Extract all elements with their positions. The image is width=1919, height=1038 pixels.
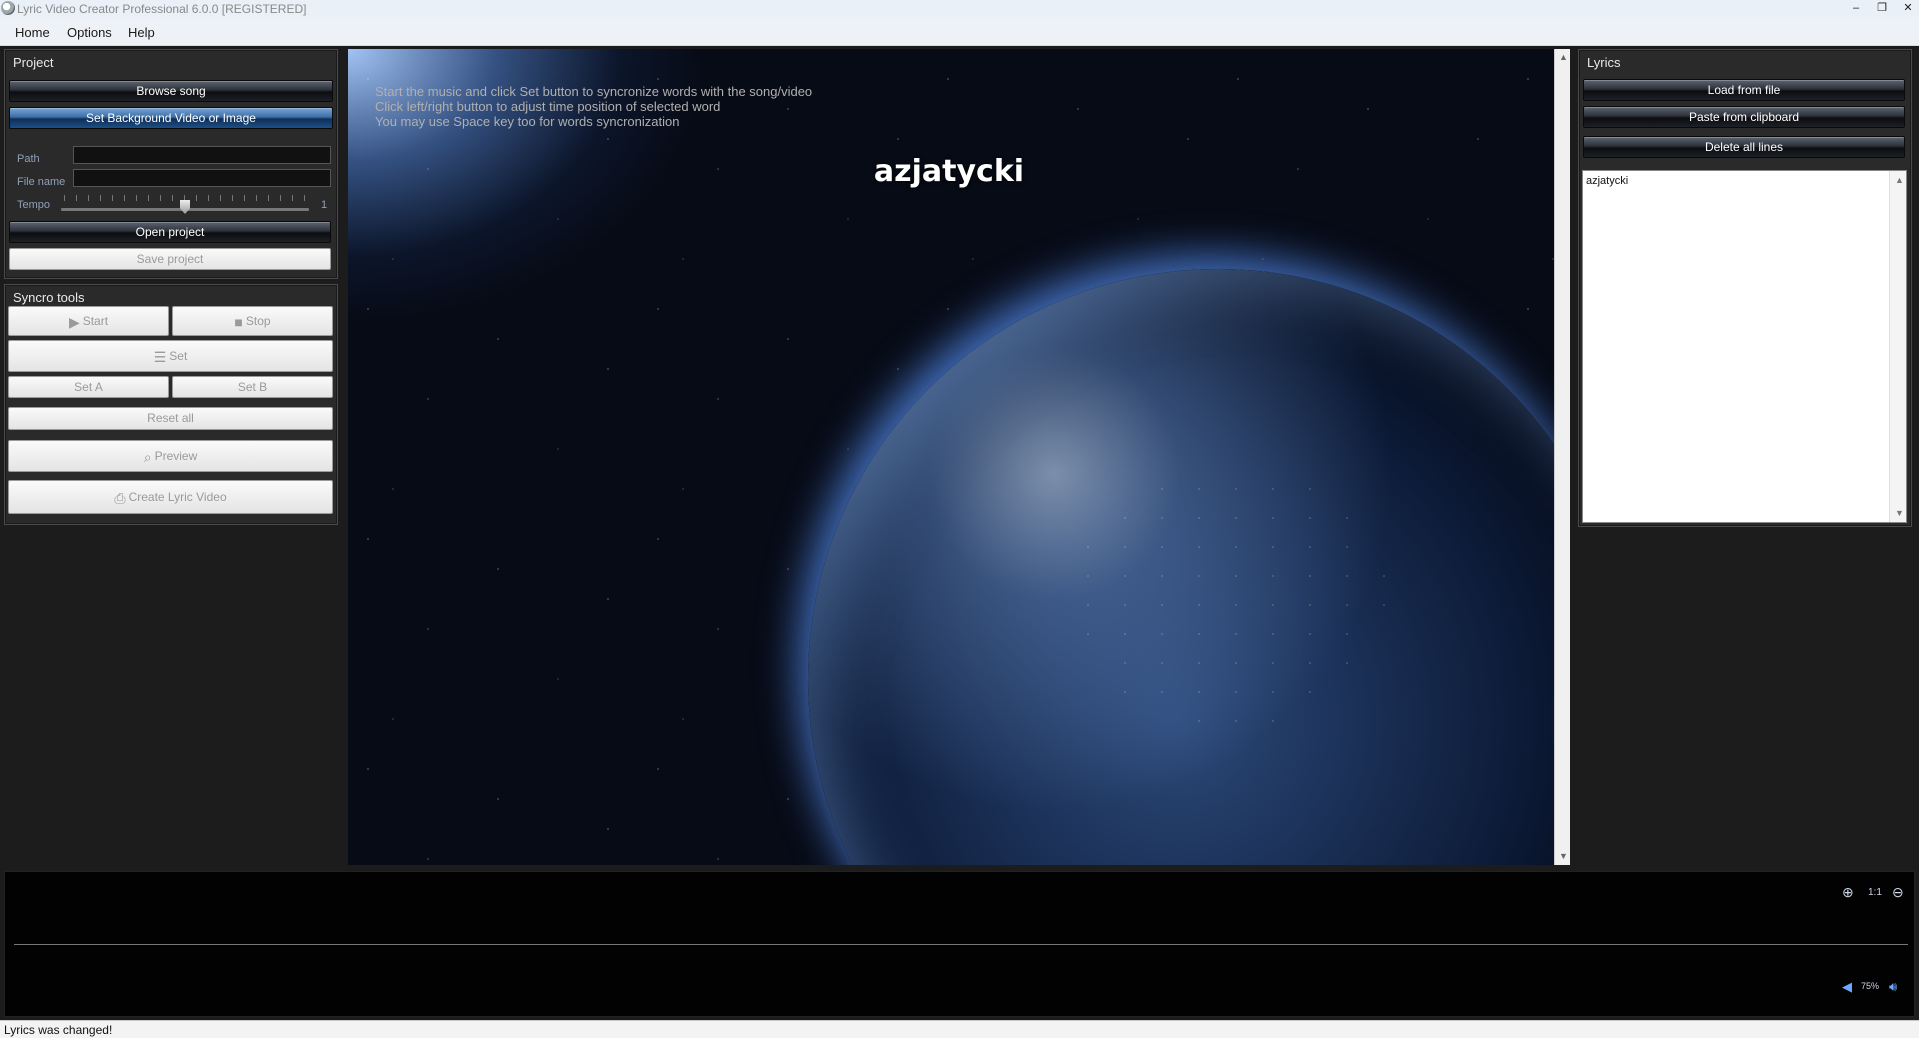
- scroll-down-icon[interactable]: ▼: [1895, 508, 1904, 518]
- stop-button[interactable]: ■ Stop: [172, 306, 333, 336]
- hint-line-2: Click left/right button to adjust time p…: [375, 99, 721, 114]
- current-lyric-text: azjatycki: [873, 154, 1025, 189]
- app-icon: [1, 1, 15, 15]
- stop-label: Stop: [245, 314, 271, 328]
- reset-all-button[interactable]: Reset all: [8, 407, 333, 430]
- title-bar: Lyric Video Creator Professional 6.0.0 […: [0, 0, 1919, 17]
- menu-bar: Home Options Help: [0, 17, 1919, 46]
- tempo-value: 1: [321, 199, 328, 211]
- project-panel-title: Project: [13, 55, 54, 70]
- minimize-button[interactable]: –: [1845, 0, 1867, 17]
- list-icon: ☰: [153, 348, 167, 365]
- set-button[interactable]: ☰ Set: [8, 340, 333, 372]
- file-name-field[interactable]: [73, 169, 331, 187]
- scroll-down-icon[interactable]: ▼: [1559, 851, 1568, 861]
- preview-button[interactable]: ⌕ Preview: [8, 440, 333, 472]
- stop-icon: ■: [234, 313, 243, 330]
- timeline[interactable]: ⊕ 1:1 ⊖ ◀ 75% 🔊︎: [4, 871, 1915, 1017]
- zoom-ratio: 1:1: [1868, 887, 1882, 898]
- tempo-label: Tempo: [17, 199, 51, 211]
- path-field[interactable]: [73, 146, 331, 164]
- zoom-in-icon[interactable]: ⊕: [1842, 884, 1854, 901]
- syncro-panel-title: Syncro tools: [13, 290, 85, 305]
- status-bar: Lyrics was changed!: [0, 1020, 1919, 1038]
- preview-label: Preview: [154, 449, 198, 463]
- menu-home[interactable]: Home: [15, 25, 50, 40]
- file-name-label: File name: [17, 176, 66, 188]
- start-label: Start: [82, 314, 109, 328]
- timeline-track[interactable]: [14, 944, 1908, 945]
- export-icon: ⎙: [114, 489, 126, 506]
- create-video-label: Create Lyric Video: [128, 490, 227, 504]
- play-icon: ▶: [68, 313, 80, 330]
- set-b-button[interactable]: Set B: [172, 376, 333, 398]
- volume-up-icon[interactable]: 🔊︎: [1889, 979, 1897, 995]
- restore-button[interactable]: ❐: [1871, 0, 1893, 17]
- city-lights: [1068, 469, 1388, 729]
- load-from-file-button[interactable]: Load from file: [1583, 79, 1905, 101]
- lyrics-text-area[interactable]: azjatycki ▲ ▼: [1582, 170, 1907, 523]
- set-a-button[interactable]: Set A: [8, 376, 169, 398]
- status-message: Lyrics was changed!: [4, 1023, 113, 1037]
- preview-scrollbar[interactable]: ▲ ▼: [1554, 49, 1570, 865]
- menu-help[interactable]: Help: [128, 25, 155, 40]
- path-label: Path: [17, 153, 40, 165]
- video-preview[interactable]: Start the music and click Set button to …: [348, 49, 1554, 865]
- set-background-button[interactable]: Set Background Video or Image: [9, 107, 333, 129]
- lyrics-scrollbar[interactable]: ▲ ▼: [1889, 171, 1906, 522]
- zoom-out-icon[interactable]: ⊖: [1892, 884, 1904, 901]
- scroll-up-icon[interactable]: ▲: [1895, 175, 1904, 185]
- save-project-button[interactable]: Save project: [9, 248, 331, 270]
- magnifier-icon: ⌕: [143, 448, 152, 465]
- create-lyric-video-button[interactable]: ⎙ Create Lyric Video: [8, 480, 333, 514]
- menu-options[interactable]: Options: [67, 25, 112, 40]
- paste-from-clipboard-button[interactable]: Paste from clipboard: [1583, 106, 1905, 128]
- lyrics-panel-title: Lyrics: [1587, 55, 1621, 70]
- browse-song-button[interactable]: Browse song: [9, 80, 333, 102]
- set-label: Set: [169, 349, 188, 363]
- scroll-up-icon[interactable]: ▲: [1559, 52, 1568, 62]
- window-title: Lyric Video Creator Professional 6.0.0 […: [17, 2, 307, 16]
- open-project-button[interactable]: Open project: [9, 221, 331, 243]
- start-button[interactable]: ▶ Start: [8, 306, 169, 336]
- close-button[interactable]: ✕: [1897, 0, 1919, 17]
- hint-line-3: You may use Space key too for words sync…: [375, 114, 680, 129]
- lyric-line[interactable]: azjatycki: [1586, 175, 1628, 187]
- hint-line-1: Start the music and click Set button to …: [375, 84, 813, 99]
- delete-all-lines-button[interactable]: Delete all lines: [1583, 136, 1905, 158]
- volume-down-icon[interactable]: ◀: [1842, 979, 1852, 995]
- volume-level: 75%: [1861, 981, 1880, 991]
